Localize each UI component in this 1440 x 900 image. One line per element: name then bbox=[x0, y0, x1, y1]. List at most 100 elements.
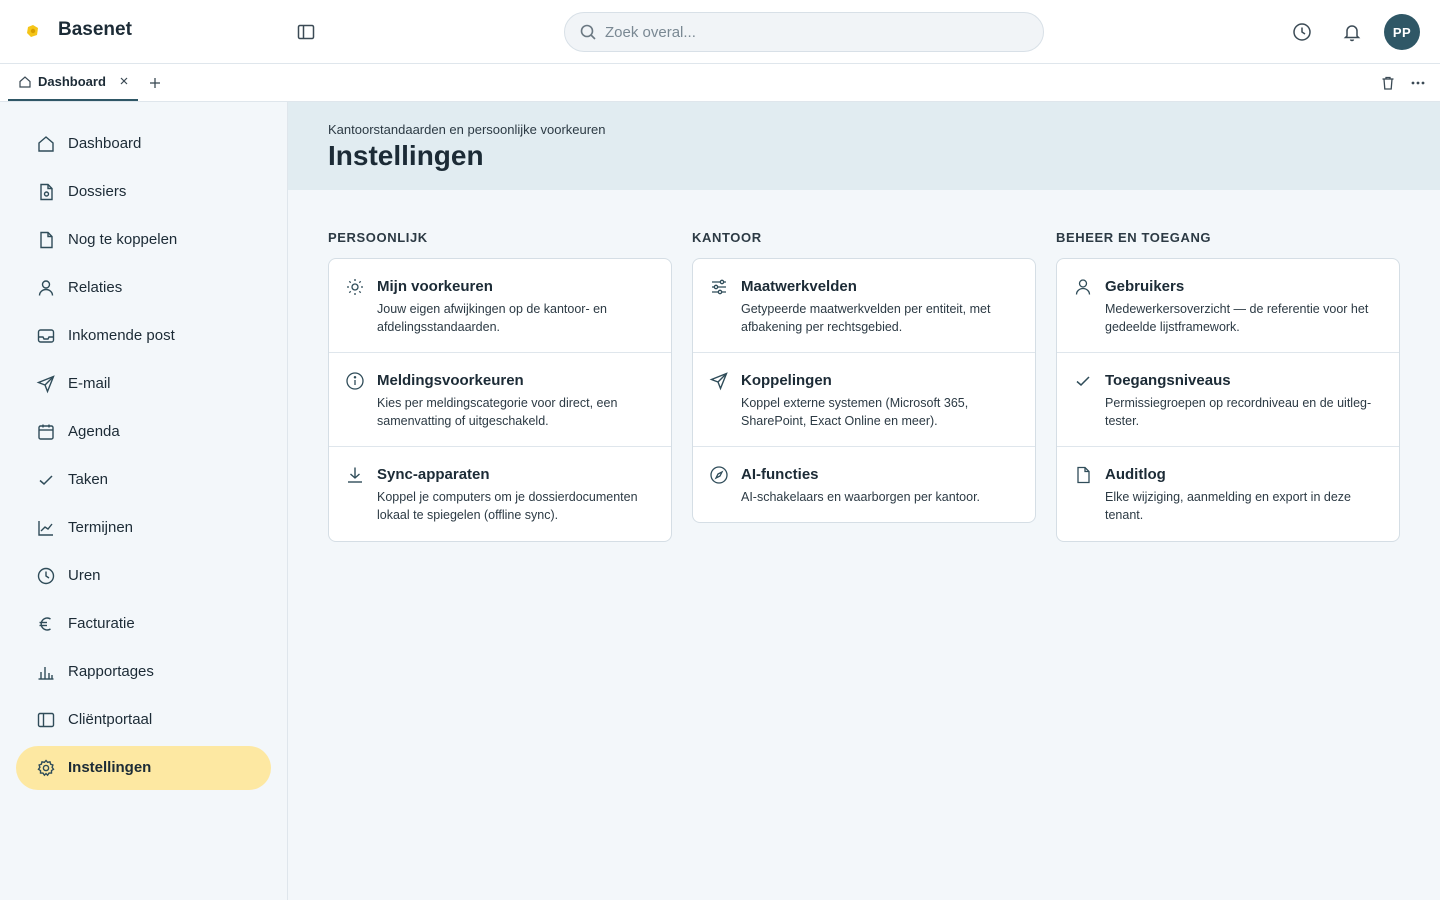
sidebar-item-nog-te-koppelen[interactable]: Nog te koppelen bbox=[16, 218, 271, 262]
settings-card: Maatwerkvelden Getypeerde maatwerkvelden… bbox=[692, 258, 1036, 523]
euro-icon bbox=[36, 614, 56, 634]
send-icon bbox=[709, 371, 729, 391]
close-icon[interactable] bbox=[118, 75, 130, 87]
sidebar-item-termijnen[interactable]: Termijnen bbox=[16, 506, 271, 550]
sidebar-item-uren[interactable]: Uren bbox=[16, 554, 271, 598]
settings-item-toegangsniveaus[interactable]: Toegangsniveaus Permissiegroepen op reco… bbox=[1057, 353, 1399, 447]
settings-item-title: Koppelingen bbox=[741, 372, 832, 389]
settings-item-title: Sync-apparaten bbox=[377, 466, 490, 483]
global-search[interactable] bbox=[564, 12, 1044, 52]
sidebar-item-taken[interactable]: Taken bbox=[16, 458, 271, 502]
settings-item-title: Meldingsvoorkeuren bbox=[377, 372, 524, 389]
sun-icon bbox=[345, 277, 365, 297]
sidebar-toggle-icon[interactable] bbox=[296, 22, 316, 42]
section-heading: KANTOOR bbox=[692, 230, 762, 245]
brand-logo-icon bbox=[26, 24, 40, 38]
user-avatar[interactable]: PP bbox=[1384, 14, 1420, 50]
brand-name[interactable]: Basenet bbox=[58, 19, 132, 41]
settings-card: Mijn voorkeuren Jouw eigen afwijkingen o… bbox=[328, 258, 672, 542]
send-icon bbox=[36, 374, 56, 394]
settings-item-title: Gebruikers bbox=[1105, 278, 1185, 295]
history-icon[interactable] bbox=[1292, 22, 1312, 42]
settings-item-description: Elke wijziging, aanmelding en export in … bbox=[1105, 490, 1351, 522]
settings-item-description: Kies per meldingscategorie voor direct, … bbox=[377, 396, 618, 428]
settings-item-description: Koppel je computers om je dossierdocumen… bbox=[377, 490, 638, 522]
sidebar-item-relaties[interactable]: Relaties bbox=[16, 266, 271, 310]
clock-icon bbox=[36, 566, 56, 586]
settings-item-mijn-voorkeuren[interactable]: Mijn voorkeuren Jouw eigen afwijkingen o… bbox=[329, 259, 671, 353]
file-icon bbox=[1073, 465, 1093, 485]
sidebar-item-label: Dashboard bbox=[68, 135, 142, 152]
file-icon bbox=[36, 230, 56, 250]
settings-item-sync-apparaten[interactable]: Sync-apparaten Koppel je computers om je… bbox=[329, 447, 671, 541]
section-persoonlijk: PERSOONLIJK Mijn voorkeuren Jouw eigen a… bbox=[328, 230, 672, 542]
bell-icon[interactable] bbox=[1342, 22, 1362, 42]
settings-item-maatwerkvelden[interactable]: Maatwerkvelden Getypeerde maatwerkvelden… bbox=[693, 259, 1035, 353]
trash-icon[interactable] bbox=[1380, 75, 1396, 91]
line-chart-icon bbox=[36, 518, 56, 538]
section-heading: PERSOONLIJK bbox=[328, 230, 428, 245]
sidebar-item-dashboard[interactable]: Dashboard bbox=[16, 122, 271, 166]
sidebar-item-inkomende-post[interactable]: Inkomende post bbox=[16, 314, 271, 358]
user-icon bbox=[36, 278, 56, 298]
tab-dashboard[interactable]: Dashboard bbox=[8, 64, 138, 101]
check-icon bbox=[36, 470, 56, 490]
sidebar-item-label: Dossiers bbox=[68, 183, 127, 200]
search-input[interactable] bbox=[605, 13, 1025, 51]
page-subtitle: Kantoorstandaarden en persoonlijke voork… bbox=[328, 122, 606, 137]
section-kantoor: KANTOOR Maatwerkvelden Getypeerde maatwe… bbox=[692, 230, 1036, 523]
settings-item-gebruikers[interactable]: Gebruikers Medewerkersoverzicht — de ref… bbox=[1057, 259, 1399, 353]
gear-icon bbox=[36, 758, 56, 778]
settings-item-meldingsvoorkeuren[interactable]: Meldingsvoorkeuren Kies per meldingscate… bbox=[329, 353, 671, 447]
section-heading: BEHEER EN TOEGANG bbox=[1056, 230, 1212, 245]
settings-item-koppelingen[interactable]: Koppelingen Koppel externe systemen (Mic… bbox=[693, 353, 1035, 447]
home-icon bbox=[18, 75, 32, 89]
settings-item-title: Toegangsniveaus bbox=[1105, 372, 1231, 389]
sidebar-item-label: Instellingen bbox=[68, 759, 152, 776]
settings-item-description: AI-schakelaars en waarborgen per kantoor… bbox=[741, 490, 981, 504]
sidebar-item-label: Agenda bbox=[68, 423, 120, 440]
settings-item-title: AI-functies bbox=[741, 466, 819, 483]
home-icon bbox=[36, 134, 56, 154]
tab-label: Dashboard bbox=[38, 74, 106, 89]
calendar-icon bbox=[36, 422, 56, 442]
sidebar-item-label: Inkomende post bbox=[68, 327, 175, 344]
sidebar-item-label: Rapportages bbox=[68, 663, 154, 680]
settings-item-description: Medewerkersoverzicht — de referentie voo… bbox=[1105, 302, 1369, 334]
search-icon bbox=[579, 23, 597, 41]
sidebar-item-label: Termijnen bbox=[68, 519, 134, 536]
info-icon bbox=[345, 371, 365, 391]
add-tab-icon[interactable] bbox=[148, 76, 162, 90]
sidebar-item-label: Facturatie bbox=[68, 615, 135, 632]
file-gear-icon bbox=[36, 182, 56, 202]
check-icon bbox=[1073, 371, 1093, 391]
user-icon bbox=[1073, 277, 1093, 297]
sidebar-item-label: Uren bbox=[68, 567, 101, 584]
settings-item-auditlog[interactable]: Auditlog Elke wijziging, aanmelding en e… bbox=[1057, 447, 1399, 541]
top-bar: Basenet PP bbox=[0, 0, 1440, 64]
settings-item-description: Koppel externe systemen (Microsoft 365, … bbox=[741, 396, 969, 428]
sidebar-item-rapportages[interactable]: Rapportages bbox=[16, 650, 271, 694]
settings-card: Gebruikers Medewerkersoverzicht — de ref… bbox=[1056, 258, 1400, 542]
bar-chart-icon bbox=[36, 662, 56, 682]
sidebar-item-facturatie[interactable]: Facturatie bbox=[16, 602, 271, 646]
sidebar-item-clientportaal[interactable]: Cliëntportaal bbox=[16, 698, 271, 742]
tab-bar: Dashboard bbox=[0, 64, 1440, 102]
sidebar-item-instellingen[interactable]: Instellingen bbox=[16, 746, 271, 790]
settings-item-title: Auditlog bbox=[1105, 466, 1166, 483]
sidebar-item-e-mail[interactable]: E-mail bbox=[16, 362, 271, 406]
sidebar-item-dossiers[interactable]: Dossiers bbox=[16, 170, 271, 214]
sidebar-item-label: Taken bbox=[68, 471, 109, 488]
sidebar-item-label: E-mail bbox=[68, 375, 111, 392]
sliders-icon bbox=[709, 277, 729, 297]
settings-item-title: Maatwerkvelden bbox=[741, 278, 857, 295]
sidebar-item-agenda[interactable]: Agenda bbox=[16, 410, 271, 454]
settings-item-ai-functies[interactable]: AI-functies AI-schakelaars en waarborgen… bbox=[693, 447, 1035, 522]
sidebar: Dashboard Dossiers Nog te koppelen Relat… bbox=[0, 102, 288, 900]
sidebar-item-label: Nog te koppelen bbox=[68, 231, 178, 248]
page-header: Kantoorstandaarden en persoonlijke voork… bbox=[288, 102, 1440, 190]
more-options-icon[interactable] bbox=[1410, 75, 1426, 91]
panel-icon bbox=[36, 710, 56, 730]
download-icon bbox=[345, 465, 365, 485]
section-beheer-en-toegang: BEHEER EN TOEGANG Gebruikers Medewerkers… bbox=[1056, 230, 1400, 542]
